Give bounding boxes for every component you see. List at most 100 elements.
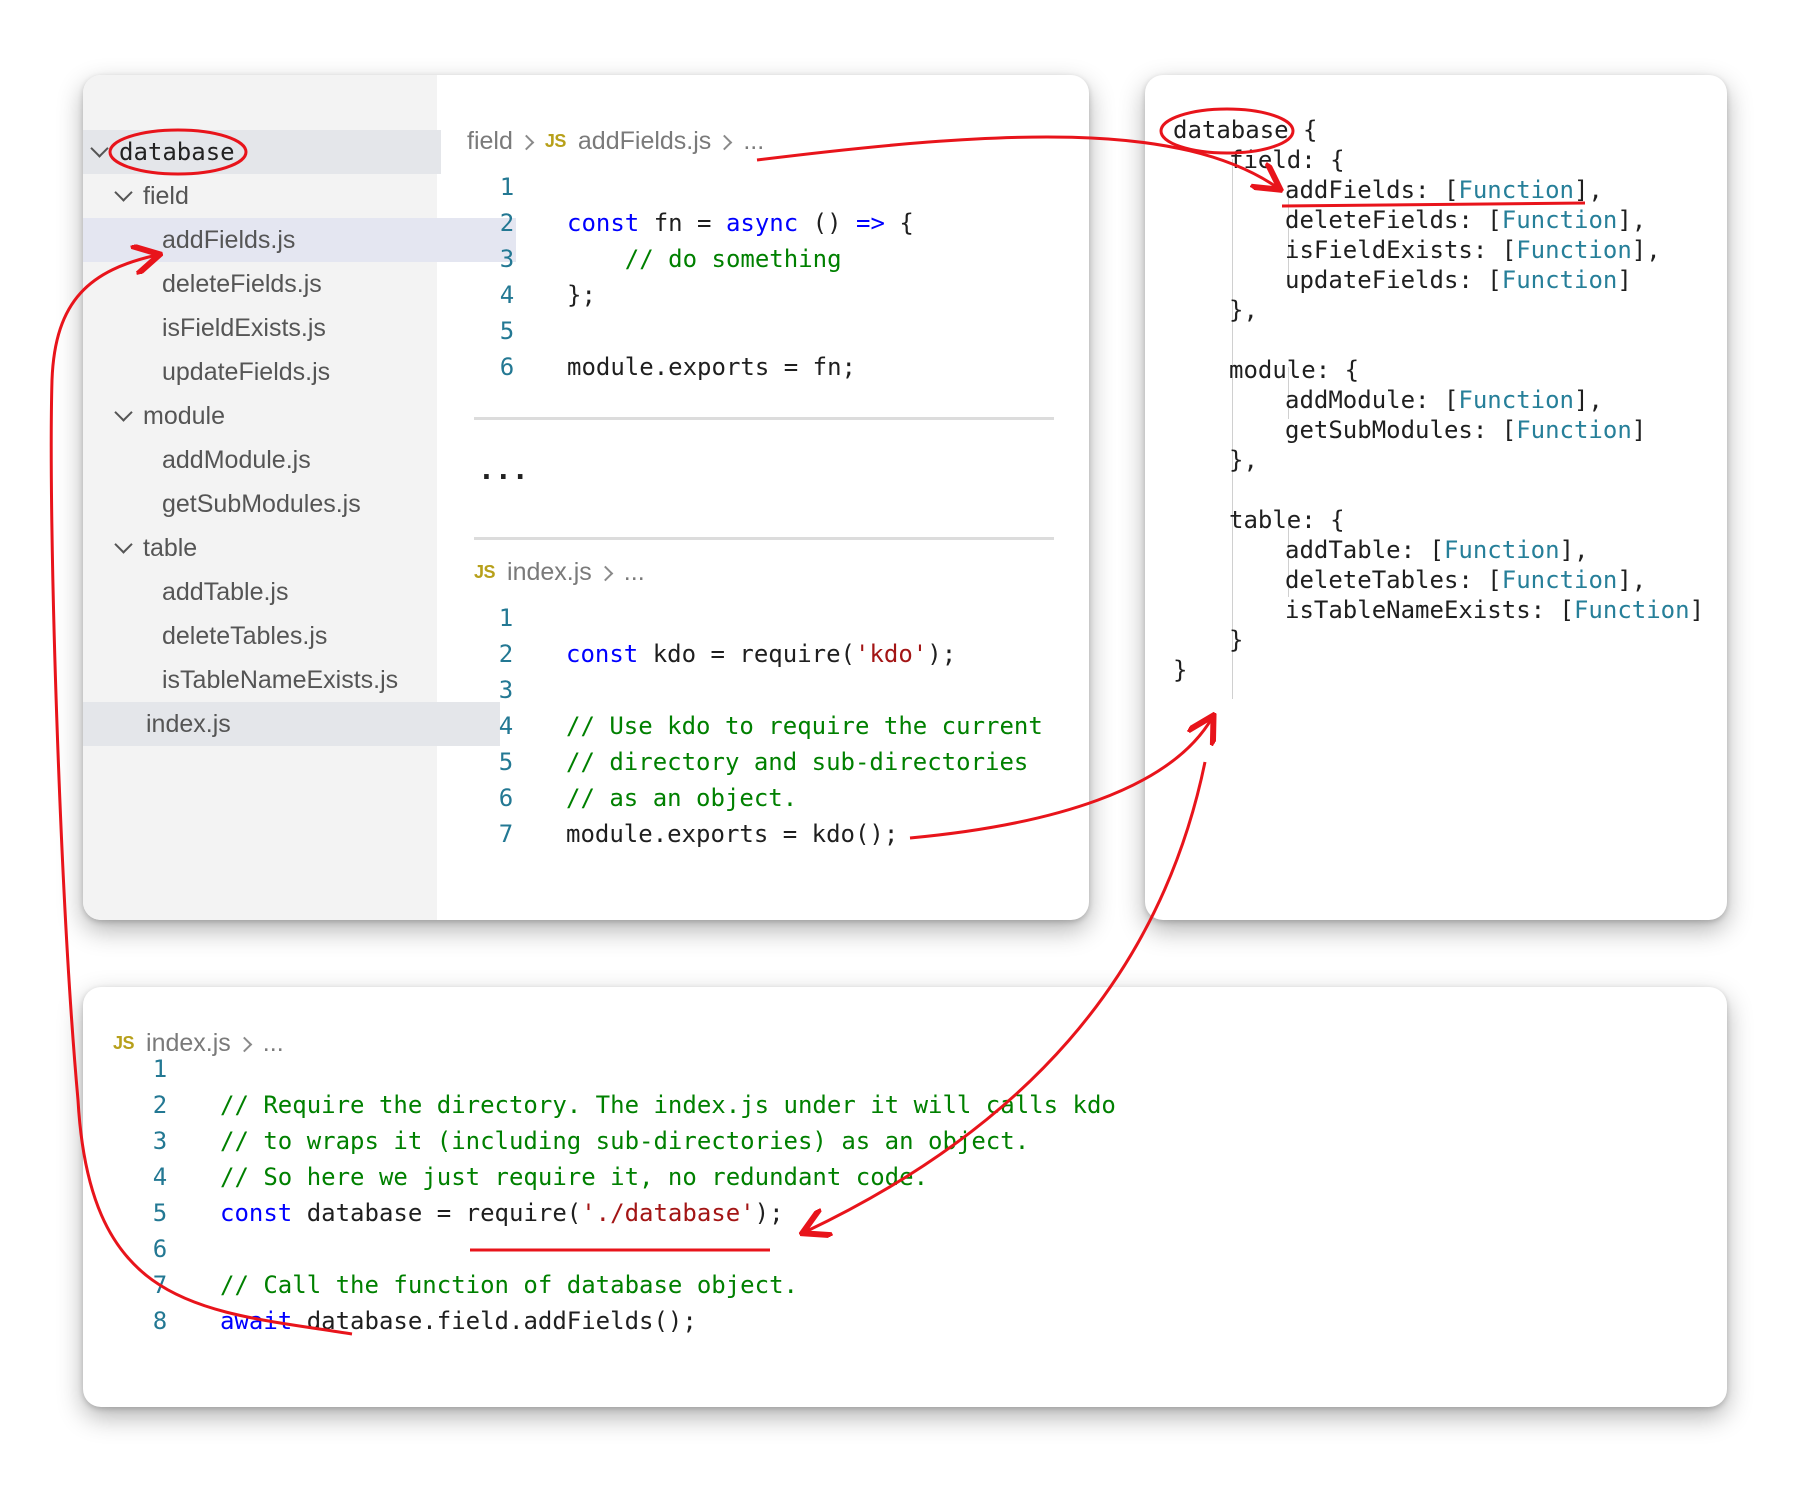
chevron-down-icon — [111, 535, 137, 561]
code-token: ], — [1573, 386, 1603, 414]
line-number: 2 — [499, 209, 515, 237]
tree-label: deleteTables.js — [162, 621, 328, 650]
code-token: 'kdo' — [855, 640, 928, 668]
code-token: deleteFields: [ — [1285, 206, 1502, 234]
code-text: const fn = async () => { — [567, 205, 914, 241]
object-line: database { — [1173, 115, 1318, 145]
code-token: Function — [1458, 386, 1574, 414]
js-file-icon: JS — [544, 131, 567, 151]
tree-label: database — [119, 138, 235, 166]
code-token: kdo = require( — [638, 640, 855, 668]
code-token: Function — [1501, 566, 1618, 594]
code-token: // Call the function of database object. — [220, 1271, 798, 1299]
code-token: // Use kdo to require the current — [566, 712, 1043, 740]
code-token: table: { — [1229, 506, 1345, 534]
code-token: Function — [1458, 176, 1574, 204]
code-text: await database.field.addFields(); — [220, 1303, 697, 1339]
object-line: }, — [1229, 295, 1258, 325]
tree-folder-table[interactable]: table — [83, 526, 465, 570]
tree-file-addtable-js[interactable]: addTable.js — [83, 570, 516, 614]
breadcrumb-addfields: field JS addFields.js ... — [467, 127, 764, 156]
tree-file-deletefields-js[interactable]: deleteFields.js — [83, 262, 516, 306]
breadcrumb-folder[interactable]: field — [467, 127, 513, 156]
chevron-right-icon — [719, 135, 733, 149]
tree-folder-field[interactable]: field — [83, 174, 465, 218]
line-number: 2 — [152, 1091, 168, 1119]
object-line: getSubModules: [Function] — [1285, 415, 1646, 445]
breadcrumb-usage: JS index.js ... — [113, 1029, 284, 1058]
breadcrumb-more[interactable]: ... — [624, 558, 645, 587]
code-token: { — [1288, 116, 1318, 144]
object-output-panel: database {field: {addFields: [Function],… — [1145, 75, 1727, 920]
tree-folder-module[interactable]: module — [83, 394, 465, 438]
code-text: const database = require('./database'); — [220, 1195, 784, 1231]
chevron-down-icon — [111, 183, 137, 209]
tree-file-index-js[interactable]: index.js — [83, 702, 500, 746]
code-token: async — [725, 209, 799, 237]
breadcrumb-file[interactable]: index.js — [507, 558, 592, 587]
code-token: './database' — [581, 1199, 755, 1227]
tree-label: isFieldExists.js — [162, 313, 326, 342]
object-line: isTableNameExists: [Function] — [1285, 595, 1704, 625]
divider — [474, 417, 1054, 420]
breadcrumb-more[interactable]: ... — [263, 1029, 284, 1058]
tree-file-isfieldexists-js[interactable]: isFieldExists.js — [83, 306, 516, 350]
line-number: 6 — [152, 1235, 168, 1263]
tree-file-updatefields-js[interactable]: updateFields.js — [83, 350, 516, 394]
code-token: const — [567, 209, 640, 237]
tree-label: addModule.js — [162, 445, 311, 474]
code-text: // to wraps it (including sub-directorie… — [220, 1123, 1029, 1159]
line-number: 1 — [498, 604, 514, 632]
code-token: const — [566, 640, 639, 668]
line-number: 3 — [499, 245, 515, 273]
tree-label: updateFields.js — [162, 357, 331, 386]
code-token: => — [856, 209, 885, 237]
breadcrumb-file[interactable]: addFields.js — [578, 127, 711, 156]
code-token: ); — [927, 640, 957, 668]
code-token: database = require( — [292, 1199, 582, 1227]
code-token: addFields: [ — [1285, 176, 1459, 204]
tree-file-getsubmodules-js[interactable]: getSubModules.js — [83, 482, 516, 526]
tree-file-istablenameexists-js[interactable]: isTableNameExists.js — [83, 658, 516, 702]
tree-folder-database[interactable]: database — [83, 130, 441, 174]
tree-file-deletetables-js[interactable]: deleteTables.js — [83, 614, 516, 658]
tree-label: getSubModules.js — [162, 489, 361, 518]
line-number: 5 — [498, 748, 514, 776]
code-token: // directory and sub-directories — [566, 748, 1029, 776]
object-line: isFieldExists: [Function], — [1285, 235, 1661, 265]
object-line: } — [1229, 625, 1243, 655]
object-line: deleteFields: [Function], — [1285, 205, 1646, 235]
code-token: isFieldExists: [ — [1285, 236, 1517, 264]
code-token: Function — [1573, 596, 1690, 624]
code-token: addTable: [ — [1285, 536, 1444, 564]
line-number: 5 — [152, 1199, 168, 1227]
code-token: }; — [567, 281, 596, 309]
code-token: }, — [1229, 296, 1258, 324]
breadcrumb-more[interactable]: ... — [743, 127, 764, 156]
js-file-icon: JS — [474, 562, 496, 582]
chevron-down-icon — [87, 139, 113, 165]
line-number: 7 — [498, 820, 514, 848]
code-token: deleteTables: [ — [1285, 566, 1502, 594]
line-number: 6 — [499, 353, 515, 381]
tree-label: addTable.js — [162, 577, 289, 606]
object-line: table: { — [1229, 505, 1345, 535]
line-number: 1 — [499, 173, 515, 201]
line-number: 6 — [498, 784, 514, 812]
code-token: Function — [1501, 266, 1618, 294]
tree-file-addmodule-js[interactable]: addModule.js — [83, 438, 516, 482]
object-line: module: { — [1229, 355, 1359, 385]
js-file-icon: JS — [113, 1033, 135, 1053]
line-number: 7 — [152, 1271, 168, 1299]
tree-file-addfields-js[interactable]: addFields.js — [83, 218, 516, 262]
line-number: 8 — [152, 1307, 168, 1335]
code-token: ] — [1689, 596, 1705, 624]
chevron-right-icon — [600, 566, 614, 580]
object-line: addModule: [Function], — [1285, 385, 1603, 415]
line-number: 2 — [498, 640, 514, 668]
line-number: 3 — [498, 676, 514, 704]
code-token: ] — [1631, 416, 1647, 444]
omitted-files-ellipsis: ... — [478, 453, 529, 486]
code-token: Function — [1443, 536, 1560, 564]
file-explorer: database field addFields.js deleteFields.j… — [83, 75, 516, 920]
